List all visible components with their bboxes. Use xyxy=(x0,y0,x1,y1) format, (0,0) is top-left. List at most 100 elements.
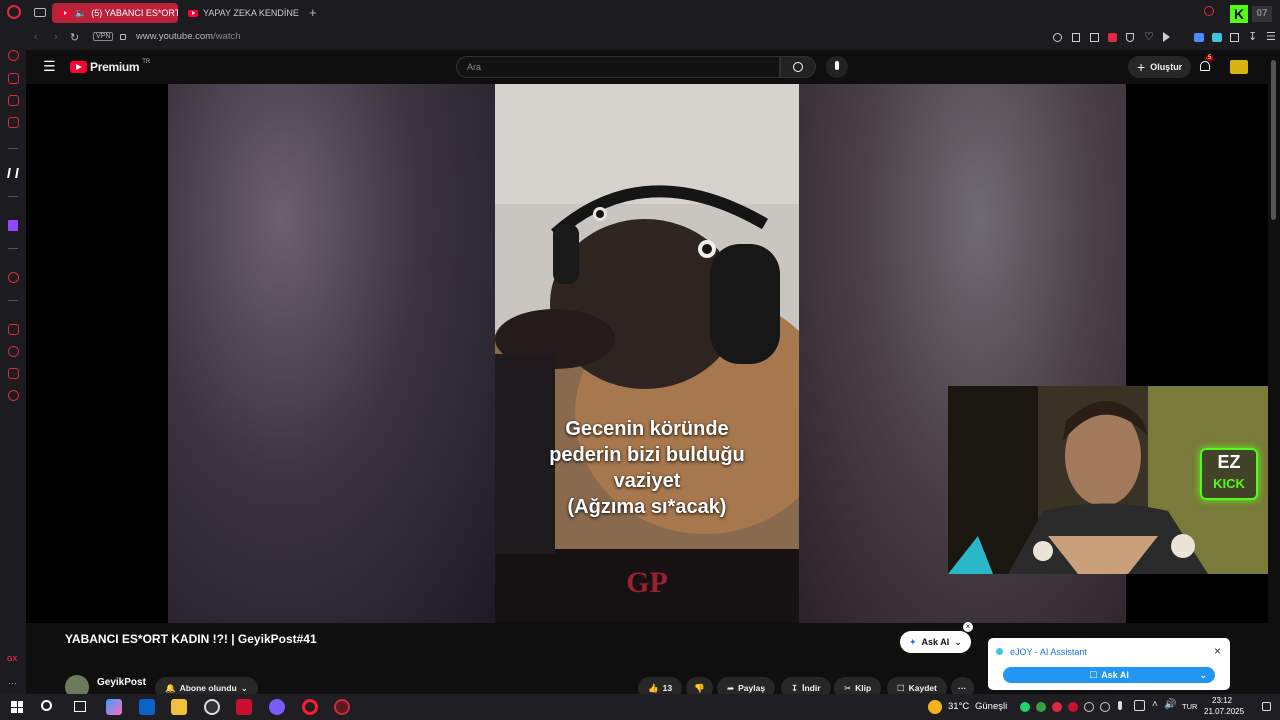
speaker-icon[interactable]: 🔈 xyxy=(75,8,86,19)
weather-sun-icon[interactable] xyxy=(928,700,942,714)
pocket-icon[interactable] xyxy=(1108,33,1117,42)
puzzle-icon[interactable] xyxy=(1230,33,1239,42)
translate-icon[interactable] xyxy=(1212,33,1222,42)
create-button[interactable]: + Oluştur xyxy=(1128,56,1192,78)
page-scrollbar[interactable] xyxy=(1268,50,1280,694)
bookmark-icon: ☐ xyxy=(897,682,905,693)
sidebar-twitch-icon[interactable] xyxy=(8,220,18,231)
chevron-down-icon: ⌄ xyxy=(240,682,248,693)
windows-start-icon[interactable] xyxy=(11,701,23,713)
scrollbar-thumb[interactable] xyxy=(1271,60,1276,220)
notifications-button[interactable]: 5 xyxy=(1198,55,1214,73)
video-caption-line-4: (Ağzıma sı*acak) xyxy=(567,496,727,518)
video-watermark: GP xyxy=(626,566,668,599)
tab-youtube-active[interactable]: 🔈 (5) YABANCI ES*ORT xyxy=(52,3,178,23)
sidebar-bag-icon[interactable] xyxy=(8,73,19,84)
forward-arrow-icon[interactable]: › xyxy=(54,31,58,43)
tray-red-alt-icon[interactable] xyxy=(1068,702,1078,712)
sidebar-settings-icon[interactable] xyxy=(8,390,19,401)
language-indicator[interactable]: TUR xyxy=(1182,702,1197,711)
ejoy-close-icon[interactable]: × xyxy=(1214,644,1221,658)
youtube-logo[interactable]: Premium TR xyxy=(70,59,150,74)
download-icon[interactable]: ↧ xyxy=(1248,30,1257,43)
file-explorer-icon[interactable] xyxy=(171,699,187,715)
video-caption-line-1: Gecenin köründe xyxy=(565,418,729,440)
back-arrow-icon[interactable]: ‹ xyxy=(34,31,38,43)
sidebar-divider xyxy=(8,300,18,301)
tray-grey-icon[interactable] xyxy=(1084,702,1094,712)
search-button[interactable] xyxy=(780,56,816,78)
thumbs-down-icon: 👎 xyxy=(694,682,705,693)
share-label: Paylaş xyxy=(738,683,766,693)
vpn-badge[interactable]: VPN xyxy=(93,32,114,41)
opera-gx-icon[interactable] xyxy=(334,699,350,715)
windows-taskbar: 31°C Güneşli ˄ 🔊 TUR 23:12 21.07.2025 xyxy=(0,694,1280,720)
easy-setup-icon[interactable]: ☰ xyxy=(1266,30,1276,43)
sidebar-app-icon[interactable] xyxy=(8,95,19,106)
clock-time[interactable]: 23:12 xyxy=(1212,696,1232,705)
microphone-icon[interactable] xyxy=(1118,701,1122,710)
snapshot-icon[interactable] xyxy=(1090,33,1099,42)
shield-icon[interactable] xyxy=(1126,33,1134,42)
avatar[interactable] xyxy=(1230,60,1248,74)
sidebar-pin-icon[interactable] xyxy=(8,324,19,335)
voice-search-button[interactable] xyxy=(826,56,848,78)
outlook-icon[interactable] xyxy=(139,699,155,715)
sidebar-app-a-icon[interactable] xyxy=(7,168,19,178)
ask-ai-button[interactable]: ✦ Ask AI ⌄ xyxy=(900,631,971,653)
heart-icon[interactable]: ♡ xyxy=(1144,30,1154,43)
sidebar-extensions-icon[interactable] xyxy=(8,368,19,379)
tray-shield-icon[interactable] xyxy=(1100,702,1110,712)
opera-logo-icon[interactable] xyxy=(7,5,21,19)
pin-page-icon[interactable] xyxy=(1072,33,1080,42)
zoom-icon[interactable] xyxy=(1053,33,1062,42)
tray-app-icon[interactable] xyxy=(1036,702,1046,712)
url-field[interactable]: www.youtube.com/watch xyxy=(136,31,241,42)
sidebar-clock-icon[interactable] xyxy=(8,346,19,357)
reload-icon[interactable]: ↻ xyxy=(70,31,79,44)
subscribed-label: Abone olundu xyxy=(179,683,237,693)
weather-temp[interactable]: 31°C xyxy=(948,701,969,712)
tray-green-icon[interactable] xyxy=(1020,702,1030,712)
sidebar-gx-label[interactable]: GX xyxy=(7,656,17,663)
volume-icon[interactable]: 🔊 xyxy=(1164,699,1176,710)
network-icon[interactable] xyxy=(1134,700,1145,711)
ejoy-ask-ai-button[interactable]: ☐ Ask AI ⌄ xyxy=(1003,667,1215,683)
tray-overflow-icon[interactable]: ˄ xyxy=(1152,699,1158,710)
copilot-icon[interactable] xyxy=(106,699,122,715)
search-input[interactable]: Ara xyxy=(456,56,780,78)
extension-badge-icon[interactable]: 07 xyxy=(1252,6,1272,22)
sidebar-divider xyxy=(8,248,18,249)
voicemod-icon[interactable] xyxy=(236,699,252,715)
tab-islands-icon[interactable] xyxy=(34,8,46,17)
sidebar-messenger-icon[interactable] xyxy=(8,117,19,128)
weather-desc[interactable]: Güneşli xyxy=(975,701,1007,712)
lock-icon[interactable] xyxy=(120,34,126,40)
youtube-favicon-icon xyxy=(60,9,70,17)
save-label: Kaydet xyxy=(908,683,937,693)
sidebar-player-icon[interactable] xyxy=(8,272,19,283)
browser-tab-bar: 🔈 (5) YABANCI ES*ORT YAPAY ZEKA KENDİNE … xyxy=(0,0,1280,26)
play-icon[interactable] xyxy=(1163,32,1170,42)
kick-extension-icon[interactable]: K xyxy=(1230,5,1248,23)
task-view-icon[interactable] xyxy=(74,701,86,712)
clock-date[interactable]: 21.07.2025 xyxy=(1204,707,1244,716)
search-tabs-icon[interactable] xyxy=(1204,6,1214,16)
obs-icon[interactable] xyxy=(204,699,220,715)
tab-youtube-second[interactable]: YAPAY ZEKA KENDİNE M xyxy=(180,3,302,23)
sidebar-more-icon[interactable]: ··· xyxy=(8,678,17,688)
chevron-down-icon[interactable]: ⌄ xyxy=(1199,670,1207,681)
sidebar-history-icon[interactable] xyxy=(8,50,19,61)
close-icon[interactable]: × xyxy=(963,622,973,632)
extension-blue-icon[interactable] xyxy=(1194,33,1204,42)
tray-red-icon[interactable] xyxy=(1052,702,1062,712)
channel-name[interactable]: GeyikPost xyxy=(97,677,146,688)
search-icon[interactable] xyxy=(41,700,52,711)
hamburger-menu-icon[interactable]: ☰ xyxy=(43,59,56,73)
opera-icon[interactable] xyxy=(302,699,318,715)
notification-center-icon[interactable] xyxy=(1262,702,1271,711)
discord-icon[interactable] xyxy=(269,699,285,715)
ask-ai-label: Ask AI xyxy=(921,637,950,647)
plus-icon: + xyxy=(1137,59,1146,75)
new-tab-button[interactable]: + xyxy=(309,5,317,20)
